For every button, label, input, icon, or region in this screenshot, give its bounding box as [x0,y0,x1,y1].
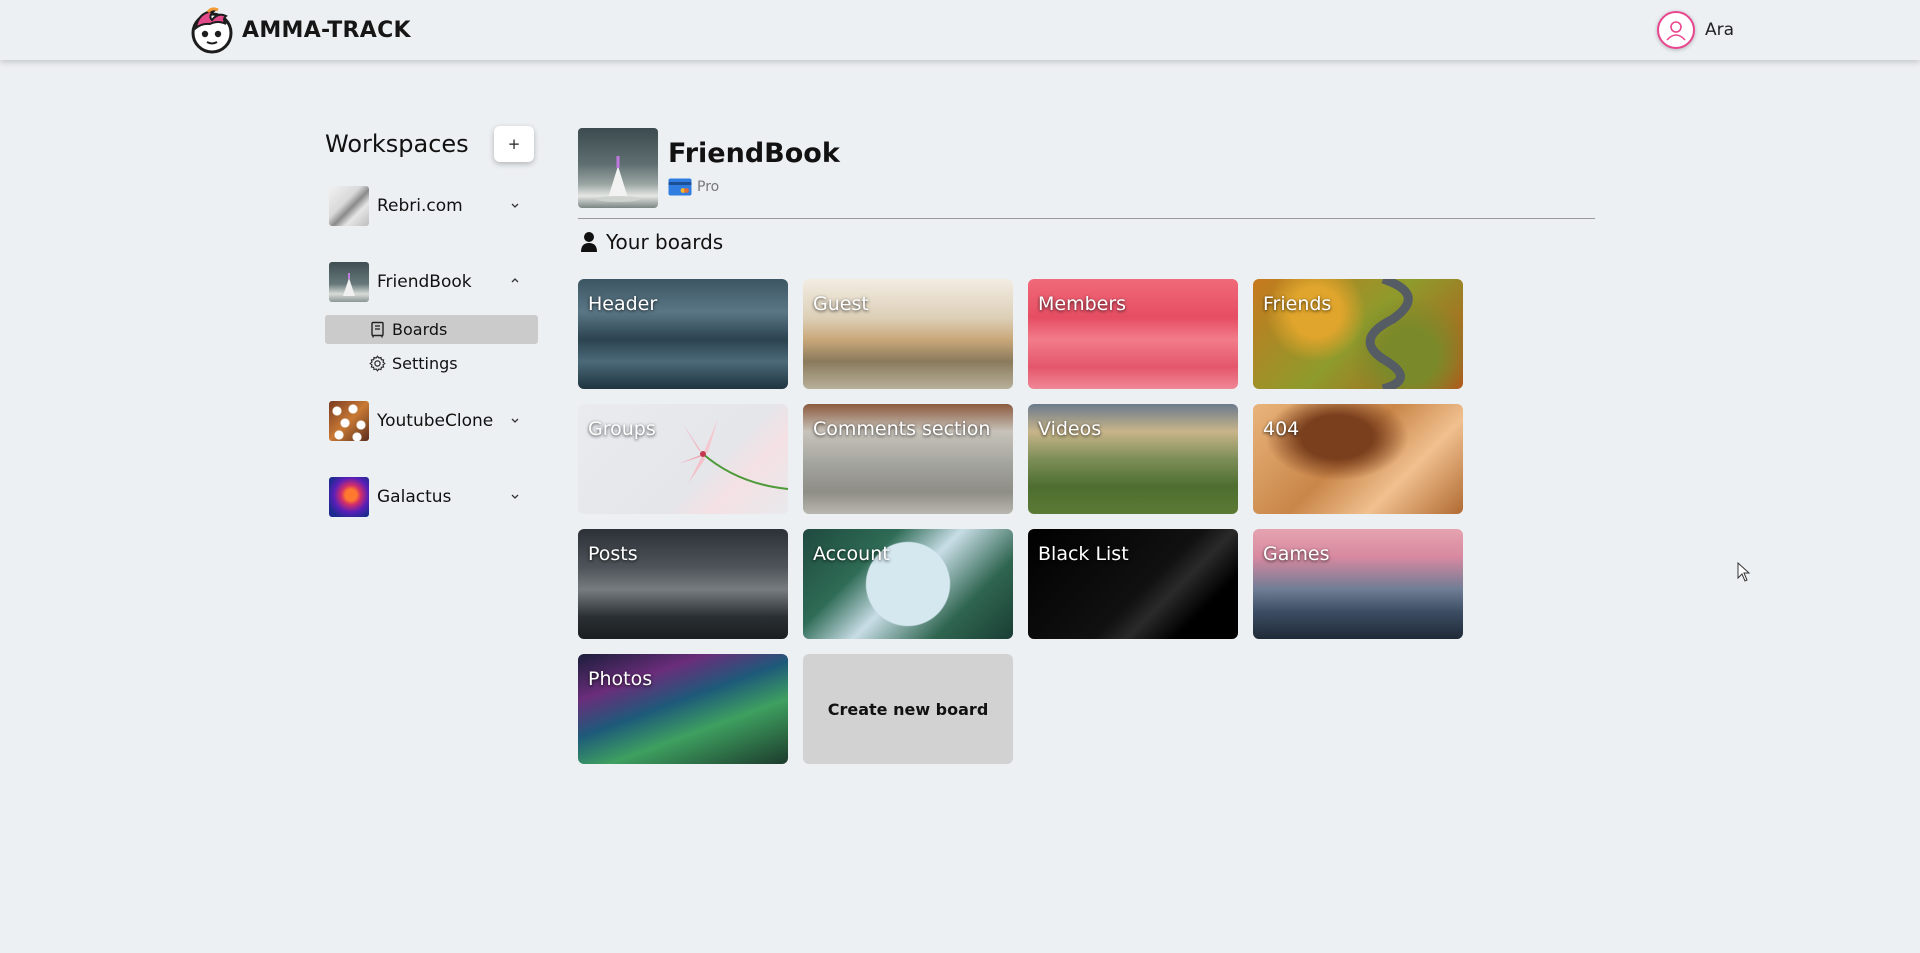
workspace-plan: Pro [668,178,719,196]
board-tile-photos[interactable]: Photos [578,654,788,764]
board-tile-black-list[interactable]: Black List [1028,529,1238,639]
board-tile-members[interactable]: Members [1028,279,1238,389]
board-tile-posts[interactable]: Posts [578,529,788,639]
workspace-label: FriendBook [377,272,472,292]
board-tile-videos[interactable]: Videos [1028,404,1238,514]
avatar[interactable] [1657,11,1695,49]
workspaces-sidebar: Workspaces + Rebri.com FriendBook Boards [325,120,540,517]
board-title: Posts [588,543,638,565]
workspace-banner: FriendBook Pro [578,128,840,208]
chevron-down-icon[interactable] [508,198,522,212]
sidebar-item-label: Boards [392,320,448,339]
board-title: Photos [588,668,653,690]
board-title: Videos [1038,418,1102,440]
user-name: Ara [1705,20,1735,40]
chevron-up-icon[interactable] [508,274,522,288]
board-tile-friends[interactable]: Friends [1253,279,1463,389]
create-new-board-button[interactable]: Create new board [803,654,1013,764]
chevron-down-icon[interactable] [508,413,522,427]
board-tile-games[interactable]: Games [1253,529,1463,639]
board-tile-groups[interactable]: Groups [578,404,788,514]
workspace-item-rebri[interactable]: Rebri.com [329,184,534,228]
workspace-thumbnail [329,477,369,517]
board-title: Members [1038,293,1127,315]
sidebar-item-settings[interactable]: Settings [325,349,538,378]
brand-link[interactable]: AMMA-TRACK [188,6,411,54]
user-avatar-icon [1666,21,1686,41]
user-icon [581,232,597,252]
board-tile-header[interactable]: Header [578,279,788,389]
board-tile-comments-section[interactable]: Comments section [803,404,1013,514]
board-title: 404 [1263,418,1300,440]
sidebar-item-boards[interactable]: Boards [325,315,538,344]
workspace-title: FriendBook [668,138,840,169]
user-menu[interactable]: Ara [1657,11,1734,49]
board-tile-404[interactable]: 404 [1253,404,1463,514]
workspace-label: Galactus [377,487,452,507]
board-title: Groups [588,418,656,440]
your-boards-heading: Your boards [580,230,723,254]
workspace-item-galactus[interactable]: Galactus [329,475,534,519]
workspace-thumbnail [329,262,369,302]
board-title: Friends [1263,293,1332,315]
section-divider [578,218,1595,219]
chevron-down-icon[interactable] [508,489,522,503]
board-title: Black List [1038,543,1129,565]
plan-label: Pro [697,179,720,195]
workspace-item-youtubeclone[interactable]: YoutubeClone [329,399,534,443]
board-title: Guest [813,293,869,315]
gear-icon [369,355,386,372]
workspace-thumbnail [329,401,369,441]
workspace-banner-image [578,128,658,208]
cone-image-icon [596,156,640,202]
board-title: Account [813,543,890,565]
mouse-cursor-icon [1737,562,1751,582]
board-title: Header [588,293,658,315]
board-tile-account[interactable]: Account [803,529,1013,639]
workspaces-title: Workspaces [325,130,469,158]
create-board-label: Create new board [827,699,989,719]
amma-track-logo-icon [191,7,233,54]
sidebar-item-label: Settings [392,354,458,373]
board-title: Comments section [813,418,991,440]
brand-name: AMMA-TRACK [242,17,411,43]
add-workspace-button[interactable]: + [494,126,534,162]
workspaces-header: Workspaces + [325,120,540,170]
board-icon [371,321,384,338]
workspace-label: Rebri.com [377,196,463,216]
credit-card-icon [668,178,692,196]
section-title: Your boards [606,230,724,254]
workspace-thumbnail [329,186,369,226]
workspace-item-friendbook[interactable]: FriendBook [329,260,534,304]
workspace-label: YoutubeClone [377,411,494,431]
cone-image-icon [343,273,355,296]
board-tile-guest[interactable]: Guest [803,279,1013,389]
board-title: Games [1263,543,1330,565]
top-navbar: AMMA-TRACK Ara [0,0,1920,60]
